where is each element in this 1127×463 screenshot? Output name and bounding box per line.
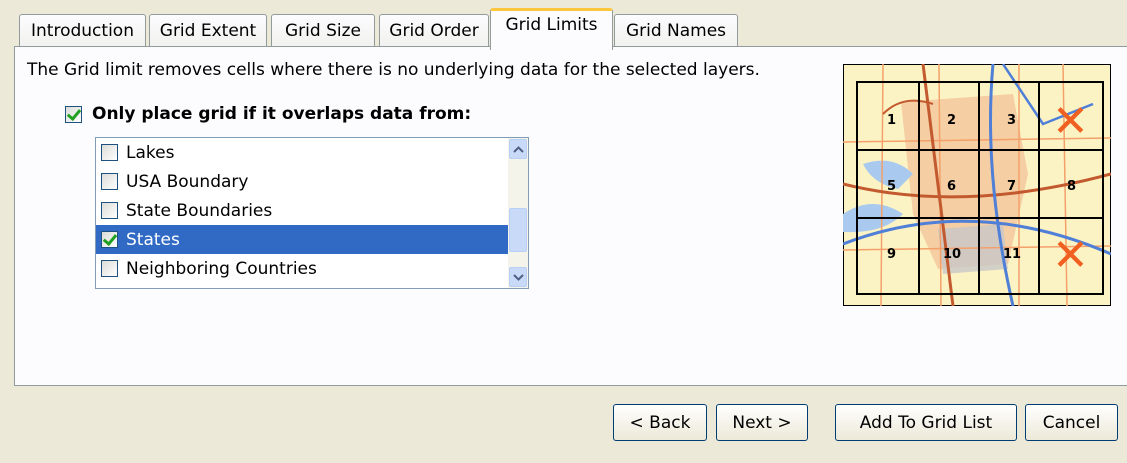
cell-label: 5 (887, 179, 896, 194)
layer-label: Neighboring Countries (126, 258, 317, 279)
scroll-up-button[interactable] (509, 139, 527, 159)
layer-checkbox[interactable] (101, 260, 118, 277)
list-item[interactable]: Lakes (96, 138, 508, 167)
tab-grid-size[interactable]: Grid Size (271, 14, 375, 47)
removed-cell-x-icon: ✕ (1052, 230, 1089, 281)
tab-grid-order[interactable]: Grid Order (379, 14, 489, 47)
list-item[interactable]: State Boundaries (96, 196, 508, 225)
add-to-grid-list-button[interactable]: Add To Grid List (835, 404, 1017, 441)
cell-label: 3 (1007, 113, 1016, 128)
cancel-button[interactable]: Cancel (1025, 404, 1118, 441)
scroll-thumb[interactable] (509, 208, 527, 252)
layer-checkbox[interactable] (101, 144, 118, 161)
layer-label: States (126, 229, 180, 250)
layer-checkbox[interactable] (101, 202, 118, 219)
cell-label: 9 (887, 247, 896, 262)
layer-label: USA Boundary (126, 171, 249, 192)
list-item[interactable]: Neighboring Countries (96, 254, 508, 283)
overlap-checkbox-row[interactable]: Only place grid if it overlaps data from… (65, 104, 471, 124)
next-button[interactable]: Next > (716, 404, 808, 441)
tab-introduction[interactable]: Introduction (19, 14, 146, 47)
list-item[interactable]: USA Boundary (96, 167, 508, 196)
layer-label: State Boundaries (126, 200, 273, 221)
cell-label: 2 (947, 113, 956, 128)
layer-checkbox[interactable] (101, 173, 118, 190)
overlap-checkbox[interactable] (65, 105, 82, 123)
list-item[interactable]: States (96, 225, 508, 254)
overlap-checkbox-label: Only place grid if it overlaps data from… (92, 104, 472, 124)
cell-label: 6 (947, 179, 956, 194)
tab-grid-names[interactable]: Grid Names (614, 14, 738, 47)
removed-cell-x-icon: ✕ (1052, 96, 1089, 147)
tab-grid-limits[interactable]: Grid Limits (490, 8, 613, 50)
list-scrollbar[interactable] (508, 138, 528, 288)
tab-grid-extent[interactable]: Grid Extent (149, 14, 267, 47)
cell-label: 11 (1003, 247, 1021, 262)
scroll-down-button[interactable] (509, 267, 527, 287)
layer-label: Lakes (126, 142, 175, 163)
cell-label: 1 (887, 113, 896, 128)
description-text: The Grid limit removes cells where there… (27, 60, 760, 80)
layer-list[interactable]: Lakes USA Boundary State Boundaries Stat… (95, 137, 529, 289)
layer-checkbox[interactable] (101, 231, 118, 248)
cell-label: 10 (943, 247, 961, 262)
grid-preview-map: 1 2 3 5 6 7 8 9 10 11 ✕ ✕ (843, 64, 1111, 306)
chevron-down-icon (512, 273, 524, 281)
back-button[interactable]: < Back (613, 404, 707, 441)
chevron-up-icon (512, 145, 524, 153)
cell-label: 7 (1007, 179, 1016, 194)
tab-strip: Introduction Grid Extent Grid Size Grid … (0, 0, 1127, 50)
cell-label: 8 (1067, 179, 1076, 194)
